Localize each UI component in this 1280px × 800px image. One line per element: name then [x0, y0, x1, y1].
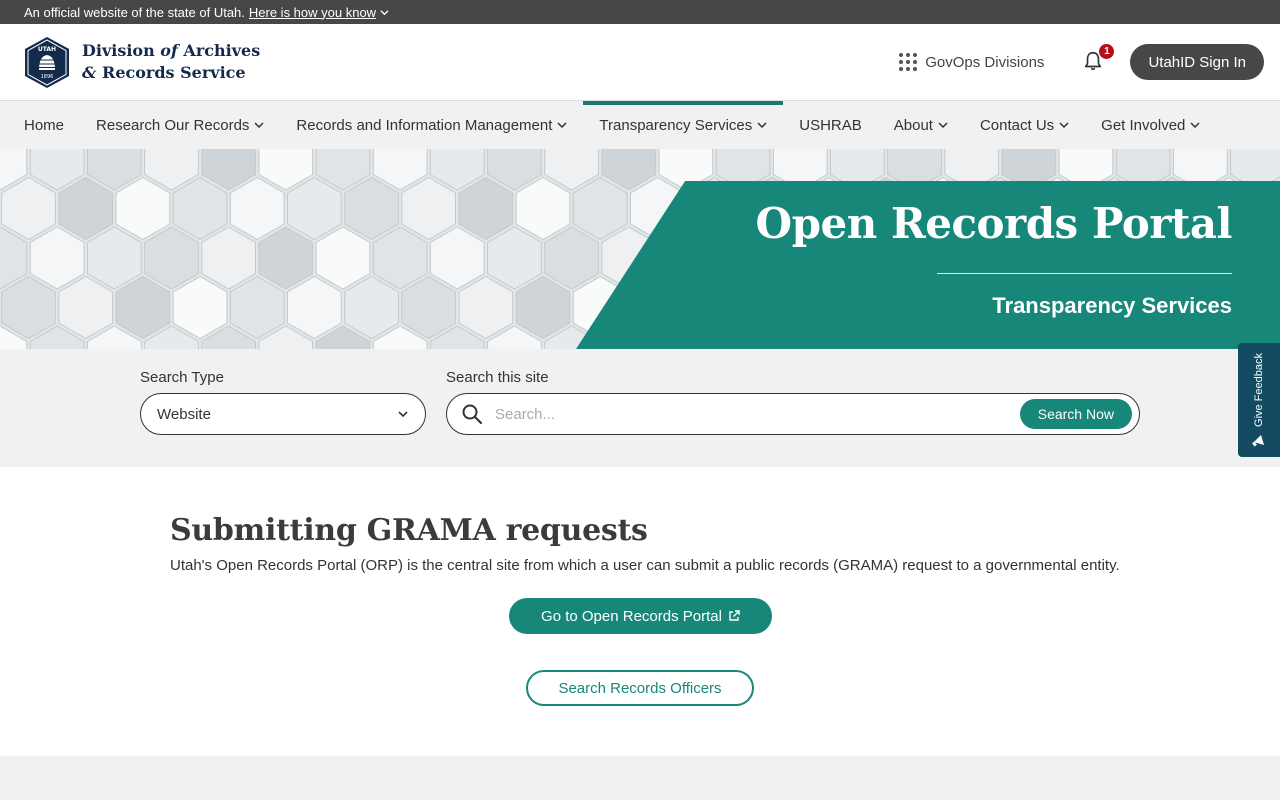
chevron-down-icon	[1059, 122, 1069, 129]
search-icon	[462, 404, 483, 425]
give-feedback-tab[interactable]: Give Feedback	[1238, 343, 1280, 457]
chevron-down-icon	[380, 9, 389, 15]
site-header: UTAH 1896 Division of Archives & Records…	[0, 24, 1280, 101]
how-you-know-label: Here is how you know	[248, 4, 377, 20]
search-type-select[interactable]: Website	[140, 393, 426, 435]
logo-word: Records Service	[96, 63, 246, 82]
seal-year: 1896	[41, 74, 54, 80]
nav-label: Get Involved	[1101, 116, 1186, 134]
page-title: Open Records Portal	[755, 199, 1233, 248]
main-content: Submitting GRAMA requests Utah's Open Re…	[0, 467, 1280, 756]
nav-label: About	[893, 116, 933, 134]
chevron-down-icon	[1190, 122, 1200, 129]
header-actions: GovOps Divisions 1 UtahID Sign In	[899, 44, 1264, 80]
logo-word: Archives	[177, 41, 261, 60]
nav-item-research-our-records[interactable]: Research Our Records	[80, 101, 280, 149]
chevron-down-icon	[557, 122, 567, 129]
official-website-banner: An official website of the state of Utah…	[0, 0, 1280, 24]
chevron-down-icon	[938, 122, 948, 129]
seal-text: UTAH	[38, 46, 56, 53]
search-section: Search Type Website Search this site Sea…	[0, 349, 1280, 467]
search-records-officers-button[interactable]: Search Records Officers	[526, 670, 754, 706]
external-link-icon	[729, 610, 740, 621]
search-now-button[interactable]: Search Now	[1019, 399, 1132, 429]
section-description: Utah's Open Records Portal (ORP) is the …	[170, 557, 1120, 574]
notification-badge: 1	[1099, 44, 1115, 59]
logo-ampersand: &	[82, 63, 97, 82]
hero-divider	[937, 273, 1232, 274]
govops-divisions-button[interactable]: GovOps Divisions	[899, 53, 1044, 71]
chevron-down-icon	[254, 122, 264, 129]
how-you-know-link[interactable]: Here is how you know	[249, 5, 389, 20]
nav-label: Research Our Records	[96, 116, 250, 134]
search-type-label: Search Type	[140, 369, 224, 386]
primary-button-label: Go to Open Records Portal	[541, 607, 722, 625]
footer-area	[0, 756, 1280, 800]
site-name: Division of Archives & Records Service	[82, 40, 260, 84]
nav-label: Home	[24, 116, 65, 134]
search-box: Search Now	[446, 393, 1140, 435]
govops-label: GovOps Divisions	[925, 53, 1045, 71]
nav-label: Transparency Services	[599, 116, 753, 134]
nav-item-ushrab[interactable]: USHRAB	[783, 101, 878, 149]
chevron-down-icon	[398, 411, 408, 418]
nav-item-contact-us[interactable]: Contact Us	[964, 101, 1085, 149]
nav-item-home[interactable]: Home	[8, 101, 80, 149]
go-to-open-records-portal-button[interactable]: Go to Open Records Portal	[509, 598, 772, 634]
section-heading: Submitting GRAMA requests	[170, 513, 648, 548]
utahid-sign-in-button[interactable]: UtahID Sign In	[1130, 44, 1264, 80]
page-subtitle: Transparency Services	[992, 293, 1232, 318]
search-site-label: Search this site	[446, 369, 549, 386]
official-banner-text: An official website of the state of Utah…	[24, 4, 245, 20]
logo-word: Division	[82, 41, 161, 60]
grid-dots-icon	[899, 53, 918, 71]
search-type-value: Website	[157, 405, 211, 423]
notifications-button[interactable]: 1	[1082, 44, 1115, 74]
logo-word: of	[160, 41, 178, 60]
give-feedback-label: Give Feedback	[1253, 353, 1265, 427]
nav-item-records-information-management[interactable]: Records and Information Management	[280, 101, 583, 149]
nav-label: Contact Us	[979, 116, 1055, 134]
nav-label: Records and Information Management	[296, 116, 553, 134]
nav-label: USHRAB	[799, 116, 862, 134]
hero-banner: Open Records Portal Transparency Service…	[0, 149, 1280, 349]
main-navigation: Home Research Our Records Records and In…	[0, 101, 1280, 149]
site-logo[interactable]: UTAH 1896 Division of Archives & Records…	[24, 36, 260, 89]
nav-item-get-involved[interactable]: Get Involved	[1085, 101, 1216, 149]
nav-item-about[interactable]: About	[878, 101, 964, 149]
chevron-down-icon	[757, 122, 767, 129]
utah-seal-icon: UTAH 1896	[25, 36, 69, 88]
megaphone-icon	[1252, 434, 1264, 447]
search-input[interactable]	[495, 405, 1020, 423]
nav-item-transparency-services[interactable]: Transparency Services	[583, 101, 784, 149]
